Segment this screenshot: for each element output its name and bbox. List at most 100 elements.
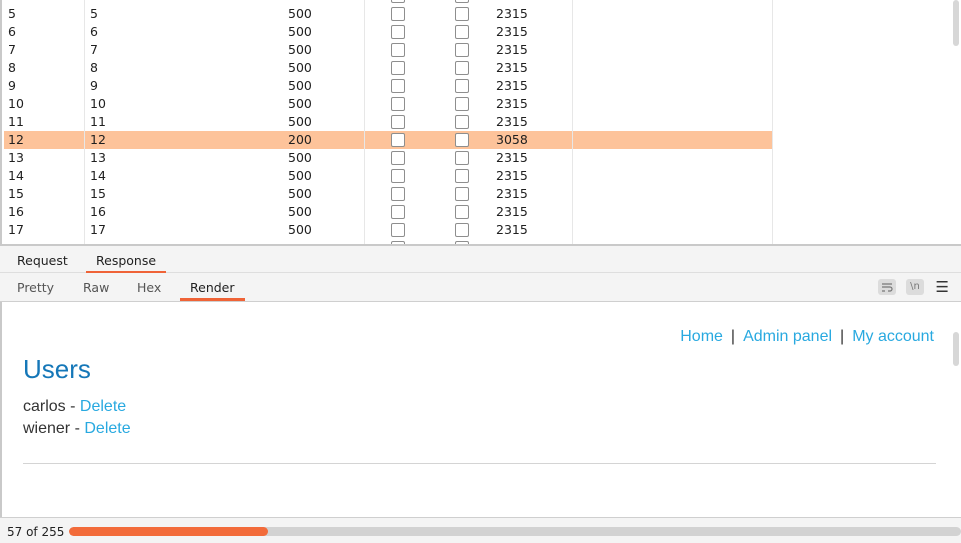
request-number-cell: 8: [8, 60, 16, 75]
timeout-checkbox[interactable]: [455, 133, 469, 147]
error-checkbox[interactable]: [391, 169, 405, 183]
table-row[interactable]: 6 6 500 2315: [4, 23, 773, 41]
timeout-checkbox[interactable]: [455, 169, 469, 183]
nav-home-link[interactable]: Home: [680, 328, 723, 345]
error-checkbox[interactable]: [391, 115, 405, 129]
status-code-cell: 500: [288, 168, 312, 183]
results-scrollbar[interactable]: [953, 0, 959, 46]
error-checkbox[interactable]: [391, 25, 405, 39]
error-checkbox[interactable]: [391, 97, 405, 111]
response-length-cell: 3058: [496, 132, 528, 147]
response-length-cell: 2315: [496, 78, 528, 93]
request-number-cell: 16: [8, 204, 24, 219]
newline-toggle-button[interactable]: \n: [906, 279, 924, 295]
table-row[interactable]: 16 16 500 2315: [4, 203, 773, 221]
delete-user-link[interactable]: Delete: [80, 398, 126, 415]
nav-admin-panel-link[interactable]: Admin panel: [743, 328, 832, 345]
response-length-cell: 2315: [496, 222, 528, 237]
payload-cell: 8: [90, 60, 98, 75]
timeout-checkbox[interactable]: [455, 115, 469, 129]
timeout-checkbox[interactable]: [455, 25, 469, 39]
error-checkbox[interactable]: [391, 61, 405, 75]
table-row[interactable]: 13 13 500 2315: [4, 149, 773, 167]
timeout-checkbox[interactable]: [455, 223, 469, 237]
payload-cell: 13: [90, 150, 106, 165]
nav-separator: |: [730, 328, 736, 345]
table-row[interactable]: 15 15 500 2315: [4, 185, 773, 203]
table-row[interactable]: 9 9 500 2315: [4, 77, 773, 95]
table-row[interactable]: 7 7 500 2315: [4, 41, 773, 59]
payload-cell: 10: [90, 96, 106, 111]
response-length-cell: 2315: [496, 204, 528, 219]
response-length-cell: 2315: [496, 150, 528, 165]
status-code-cell: 500: [288, 150, 312, 165]
timeout-checkbox[interactable]: [455, 0, 469, 3]
timeout-checkbox[interactable]: [455, 187, 469, 201]
status-code-cell: 500: [288, 204, 312, 219]
error-checkbox[interactable]: [391, 133, 405, 147]
error-checkbox[interactable]: [391, 187, 405, 201]
table-row[interactable]: 12 12 200 3058: [4, 131, 773, 149]
column-divider: [772, 0, 773, 244]
render-scrollbar[interactable]: [953, 332, 959, 366]
tab-hex[interactable]: Hex: [127, 280, 171, 301]
payload-cell: 11: [90, 114, 106, 129]
error-checkbox[interactable]: [391, 43, 405, 57]
column-divider: [84, 0, 85, 244]
timeout-checkbox[interactable]: [455, 205, 469, 219]
table-row[interactable]: 11 11 500 2315: [4, 113, 773, 131]
status-code-cell: 500: [288, 60, 312, 75]
status-code-cell: 500: [288, 96, 312, 111]
table-row[interactable]: 17 17 500 2315: [4, 221, 773, 239]
wrap-lines-icon[interactable]: [878, 279, 896, 295]
tab-render[interactable]: Render: [180, 280, 245, 301]
timeout-checkbox[interactable]: [455, 7, 469, 21]
payload-cell: 5: [90, 6, 98, 21]
table-row[interactable]: 5 5 500 2315: [4, 5, 773, 23]
nav-separator: |: [840, 328, 845, 345]
tab-request[interactable]: Request: [7, 253, 78, 274]
timeout-checkbox[interactable]: [455, 43, 469, 57]
error-checkbox[interactable]: [391, 79, 405, 93]
status-code-cell: 200: [288, 132, 312, 147]
payload-cell: 15: [90, 186, 106, 201]
table-row[interactable]: 14 14 500 2315: [4, 167, 773, 185]
error-checkbox[interactable]: [391, 151, 405, 165]
request-number-cell: 13: [8, 150, 24, 165]
timeout-checkbox[interactable]: [455, 79, 469, 93]
request-number-cell: 5: [8, 6, 16, 21]
payload-cell: 9: [90, 78, 98, 93]
results-table: 4450023155550023156650023157750023158850…: [0, 0, 961, 244]
status-code-cell: 500: [288, 186, 312, 201]
response-length-cell: 2315: [496, 168, 528, 183]
status-bar: 57 of 255: [0, 517, 961, 543]
wrap-lines-glyph: [882, 283, 893, 292]
payload-cell: 12: [90, 132, 106, 147]
timeout-checkbox[interactable]: [455, 97, 469, 111]
tab-response[interactable]: Response: [86, 253, 167, 274]
progress-bar: [69, 527, 961, 536]
error-checkbox[interactable]: [391, 223, 405, 237]
tab-raw[interactable]: Raw: [73, 280, 119, 301]
response-length-cell: 2315: [496, 96, 528, 111]
response-length-cell: 2315: [496, 114, 528, 129]
tab-pretty[interactable]: Pretty: [7, 280, 64, 301]
payload-cell: 7: [90, 42, 98, 57]
payload-cell: 17: [90, 222, 106, 237]
error-checkbox[interactable]: [391, 205, 405, 219]
timeout-checkbox[interactable]: [455, 151, 469, 165]
nav-my-account-link[interactable]: My account: [852, 328, 934, 345]
user-entry: wiener - Delete: [23, 420, 131, 438]
request-number-cell: 7: [8, 42, 16, 57]
hamburger-menu-icon[interactable]: ☰: [936, 278, 949, 296]
results-rows: 4450023155550023156650023157750023158850…: [4, 0, 773, 244]
error-checkbox[interactable]: [391, 7, 405, 21]
request-number-cell: 14: [8, 168, 24, 183]
request-number-cell: 17: [8, 222, 24, 237]
timeout-checkbox[interactable]: [455, 61, 469, 75]
error-checkbox[interactable]: [391, 0, 405, 3]
table-row[interactable]: 10 10 500 2315: [4, 95, 773, 113]
column-divider: [364, 0, 365, 244]
delete-user-link[interactable]: Delete: [84, 420, 130, 437]
table-row[interactable]: 8 8 500 2315: [4, 59, 773, 77]
